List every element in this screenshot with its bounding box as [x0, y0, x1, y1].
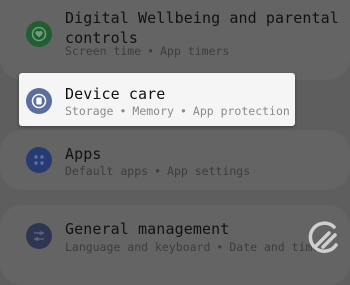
- watermark-logo-icon: [303, 218, 343, 258]
- wellbeing-heart-icon: [26, 21, 52, 47]
- sliders-icon: [26, 223, 52, 249]
- settings-item-general-management[interactable]: General management Language and keyboard…: [0, 212, 350, 263]
- settings-item-device-care[interactable]: Device care Storage • Memory • App protectio…: [19, 73, 295, 126]
- settings-item-digital-wellbeing[interactable]: Digital Wellbeing and parental controls …: [0, 0, 350, 70]
- settings-item-title: Apps: [65, 145, 102, 163]
- settings-item-title: General management: [65, 220, 230, 238]
- device-care-icon: [26, 88, 52, 114]
- settings-item-apps[interactable]: Apps Default apps • App settings: [0, 135, 350, 187]
- settings-item-title: Digital Wellbeing and parental controls: [65, 9, 339, 47]
- settings-item-title: Device care: [65, 85, 166, 103]
- settings-item-subtitle: Default apps • App settings: [65, 164, 251, 178]
- settings-item-subtitle: Storage • Memory • App protection: [65, 104, 290, 118]
- settings-item-subtitle: Screen time • App timers: [65, 44, 230, 58]
- apps-grid-icon: [26, 147, 52, 173]
- settings-item-subtitle: Language and keyboard • Date and time: [65, 240, 320, 254]
